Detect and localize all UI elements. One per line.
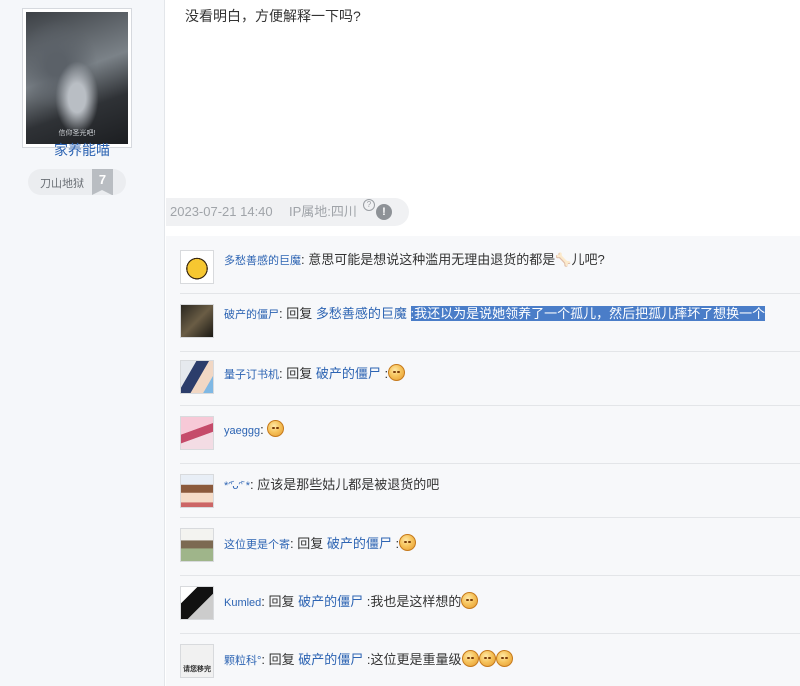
reply-target-link[interactable]: 破产的僵尸 — [298, 652, 363, 667]
comment-body: 量子订书机: 回复 破产的僵尸 : — [224, 364, 406, 384]
anime-avatar[interactable] — [180, 360, 214, 394]
emoji-icon — [267, 420, 285, 437]
reply-word: 回复 — [268, 594, 299, 609]
comment-body: 破产的僵尸: 回复 多愁善感的巨魔 :我还以为是说她领养了一个孤儿，然后把孤儿摔… — [224, 305, 766, 324]
comment-text-trail: 儿吧? — [571, 252, 605, 267]
comment-body: 多愁善感的巨魔: 意思可能是想说这种滥用无理由退货的都是🦴儿吧? — [224, 251, 605, 270]
level-title: 刀山地狱 — [40, 178, 84, 190]
anime-avatar[interactable] — [180, 528, 214, 562]
comment-body: yaeggg: — [224, 420, 285, 440]
comment-item: 破产的僵尸: 回复 多愁善感的巨魔 :我还以为是说她领养了一个孤儿，然后把孤儿摔… — [180, 294, 800, 352]
level-number: 7 — [92, 169, 113, 195]
author-avatar[interactable]: 信仰圣光吧! — [22, 8, 132, 148]
bw-avatar[interactable] — [180, 586, 214, 620]
comment-username[interactable]: 多愁善感的巨魔 — [224, 255, 301, 267]
reply-target-link[interactable]: 破产的僵尸 — [327, 536, 392, 551]
reply-target-link[interactable]: 破产的僵尸 — [298, 594, 363, 609]
comment-separator: : — [261, 594, 269, 609]
comment-list: 多愁善感的巨魔: 意思可能是想说这种滥用无理由退货的都是🦴儿吧? 破产的僵尸: … — [166, 236, 800, 686]
comment-username[interactable]: Kumled — [224, 597, 261, 609]
reply-word: 回复 — [286, 366, 316, 381]
comment-body: *ᵔ᷄ᴗᵔ᷅ *: 应该是那些姑儿都是被退货的吧 — [224, 476, 439, 495]
reply-word: 回复 — [286, 306, 316, 321]
comment-item: 这位更是个寄: 回复 破产的僵尸 : — [180, 518, 800, 576]
emoji-icon — [399, 534, 417, 551]
author-panel: 信仰圣光吧! 家养能喵 刀山地狱 7 — [0, 0, 165, 686]
avatar-caption: 信仰圣光吧! — [58, 130, 96, 137]
comment-username[interactable]: *ᵔ᷄ᴗᵔ᷅ * — [224, 480, 250, 492]
comment-text: 意思可能是想说这种滥用无理由退货的都是 — [308, 252, 556, 267]
comment-item: Kumled: 回复 破产的僵尸 :我也是这样想的 — [180, 576, 800, 634]
comment-item: 量子订书机: 回复 破产的僵尸 : — [180, 352, 800, 406]
emoji-icon — [461, 650, 479, 667]
emoji-icon — [478, 650, 496, 667]
anime-avatar[interactable] — [180, 416, 214, 450]
comment-text: : — [391, 536, 400, 551]
comment-text: 应该是那些姑儿都是被退货的吧 — [257, 477, 440, 492]
anime-avatar[interactable] — [180, 474, 214, 508]
comment-item: yaeggg: — [180, 406, 800, 464]
comment-username[interactable]: 破产的僵尸 — [224, 309, 279, 321]
post-date: 2023-07-21 14:40 — [170, 204, 273, 219]
comment-separator: : — [260, 422, 268, 437]
report-icon[interactable]: ! — [376, 204, 392, 220]
emoji-icon — [388, 364, 406, 381]
comment-text: :这位更是重量级 — [363, 652, 462, 667]
comment-item: 多愁善感的巨魔: 意思可能是想说这种滥用无理由退货的都是🦴儿吧? — [180, 236, 800, 294]
post-meta-bar: 2023-07-21 14:40 IP属地:四川 ? ! — [166, 198, 409, 226]
comment-body: 颗粒科°: 回复 破产的僵尸 :这位更是重量级 — [224, 650, 513, 670]
comment-text: :我也是这样想的 — [363, 594, 462, 609]
emoji-icon — [461, 592, 479, 609]
comment-body: 这位更是个寄: 回复 破产的僵尸 : — [224, 534, 417, 554]
reply-target-link[interactable]: 多愁善感的巨魔 — [316, 306, 407, 321]
comment-body: Kumled: 回复 破产的僵尸 :我也是这样想的 — [224, 592, 479, 612]
emoji-icon — [495, 650, 513, 667]
comment-username[interactable]: 这位更是个寄 — [224, 539, 290, 551]
ip-help-icon[interactable]: ? — [363, 199, 375, 211]
text-avatar[interactable]: 请您移完 — [180, 644, 214, 678]
comment-username[interactable]: 颗粒科° — [224, 655, 261, 667]
reply-target-link[interactable]: 破产的僵尸 — [316, 366, 381, 381]
avatar-text: 请您移完 — [183, 666, 211, 673]
comment-separator: : — [261, 652, 269, 667]
post-content: 没看明白，方便解释一下吗? — [185, 8, 361, 24]
dark-avatar[interactable] — [180, 304, 214, 338]
comment-item: 请您移完 颗粒科°: 回复 破产的僵尸 :这位更是重量级 — [180, 634, 800, 686]
bee-avatar[interactable] — [180, 250, 214, 284]
comment-username[interactable]: 量子订书机 — [224, 369, 279, 381]
post-ip-location: IP属地:四川 — [289, 204, 357, 219]
comment-item: *ᵔ᷄ᴗᵔ᷅ *: 应该是那些姑儿都是被退货的吧 — [180, 464, 800, 518]
bone-icon: 🦴 — [555, 252, 572, 267]
reply-word: 回复 — [268, 652, 299, 667]
reply-word: 回复 — [297, 536, 327, 551]
avatar-image: 信仰圣光吧! — [26, 12, 128, 144]
comment-username[interactable]: yaeggg — [224, 425, 260, 437]
comment-text-selected: :我还以为是说她领养了一个孤儿，然后把孤儿摔坏了想换一个 — [410, 306, 766, 321]
author-name-link[interactable]: 家养能喵 — [0, 141, 164, 159]
comment-text: : — [380, 366, 389, 381]
